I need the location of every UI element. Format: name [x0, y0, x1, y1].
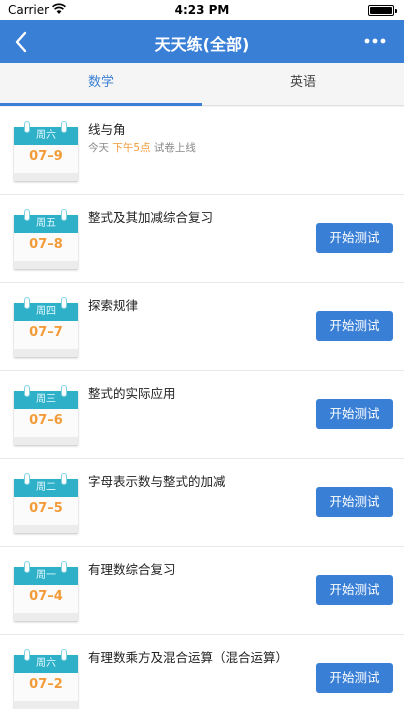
list-item: 周六 07–2 有理数乘方及混合运算（混合运算） 开始测试: [0, 635, 404, 709]
calendar-date: 07–5: [29, 501, 63, 516]
subtitle-day: 今天: [88, 142, 109, 154]
calendar-icon: 周六 07–9: [14, 119, 78, 181]
list-item: 周五 07–8 整式及其加减综合复习 开始测试: [0, 195, 404, 283]
page-title: 天天练(全部): [154, 35, 250, 54]
calendar-date: 07–6: [29, 413, 63, 428]
item-title: 探索规律: [88, 298, 139, 313]
start-test-button[interactable]: 开始测试: [316, 223, 393, 253]
calendar-icon: 周五 07–8: [14, 207, 78, 269]
item-title: 有理数综合复习: [88, 562, 176, 577]
status-bar: Carrier 4:23 PM: [0, 0, 404, 20]
subtitle-status: 试卷上线: [153, 142, 196, 154]
subtitle-time: 下午5点: [112, 142, 151, 154]
list-item: 周四 07–7 探索规律 开始测试: [0, 283, 404, 371]
calendar-date: 07–8: [29, 237, 63, 252]
page: Carrier 4:23 PM 天天练(全部) 数学 英语 周六 07–9 线与…: [0, 0, 404, 709]
item-title: 有理数乘方及混合运算（混合运算）: [88, 650, 289, 665]
tab-english[interactable]: 英语: [202, 63, 404, 106]
list-item: 周二 07–5 字母表示数与整式的加减 开始测试: [0, 459, 404, 547]
calendar-date: 07–9: [29, 149, 63, 164]
calendar-date: 07–2: [29, 677, 63, 692]
calendar-icon: 周三 07–6: [14, 383, 78, 445]
calendar-icon: 周四 07–7: [14, 295, 78, 357]
calendar-icon: 周一 07–4: [14, 559, 78, 621]
item-title: 整式的实际应用: [88, 386, 176, 401]
start-test-button[interactable]: 开始测试: [316, 399, 393, 429]
tab-math[interactable]: 数学: [0, 63, 202, 106]
more-icon[interactable]: [364, 37, 386, 45]
calendar-date: 07–4: [29, 589, 63, 604]
list-item: 周六 07–9 线与角 今天 下午5点 试卷上线: [0, 107, 404, 195]
start-test-button[interactable]: 开始测试: [316, 575, 393, 605]
start-test-button[interactable]: 开始测试: [316, 663, 393, 693]
list-item: 周三 07–6 整式的实际应用 开始测试: [0, 371, 404, 459]
nav-bar: 天天练(全部): [0, 20, 404, 63]
subject-tabs: 数学 英语: [0, 63, 404, 106]
battery-icon: [368, 5, 397, 16]
calendar-icon: 周六 07–2: [14, 647, 78, 709]
list-item: 周一 07–4 有理数综合复习 开始测试: [0, 547, 404, 635]
calendar-date: 07–7: [29, 325, 63, 340]
item-subtitle: 今天 下午5点 试卷上线: [88, 140, 196, 155]
practice-list: 周六 07–9 线与角 今天 下午5点 试卷上线 周五 07–8 整式及其加减综…: [0, 107, 404, 709]
item-title: 线与角: [88, 122, 126, 137]
item-title: 字母表示数与整式的加减: [88, 474, 226, 489]
calendar-icon: 周二 07–5: [14, 471, 78, 533]
tab-indicator: [0, 103, 202, 106]
start-test-button[interactable]: 开始测试: [316, 311, 393, 341]
status-time: 4:23 PM: [174, 3, 230, 17]
item-title: 整式及其加减综合复习: [88, 210, 214, 225]
start-test-button[interactable]: 开始测试: [316, 487, 393, 517]
